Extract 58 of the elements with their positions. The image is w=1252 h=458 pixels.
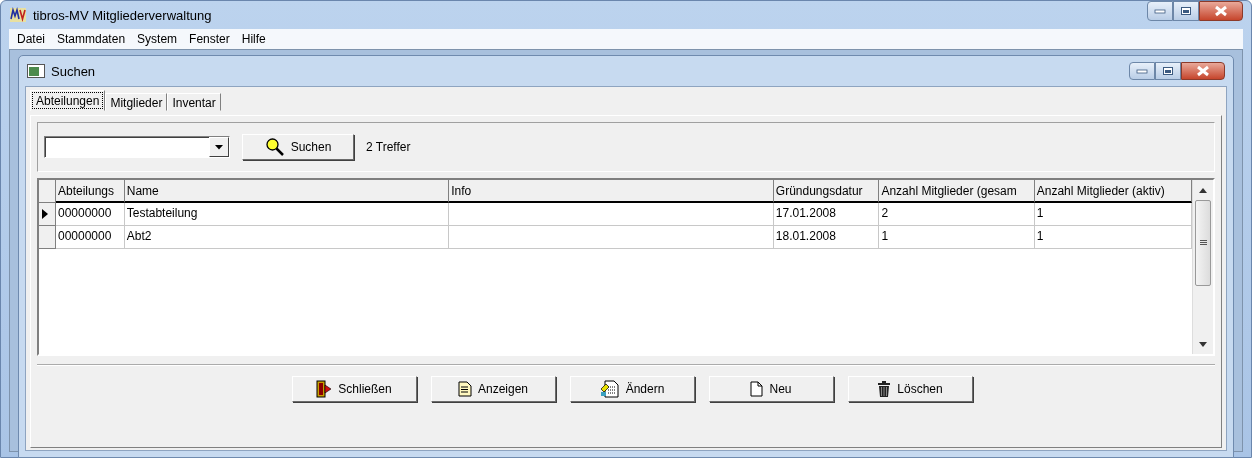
exit-door-icon	[316, 380, 333, 398]
table-cell: 2	[879, 203, 1035, 226]
button[interactable]: Schließen	[291, 376, 417, 402]
result-count: 2 Treffer	[366, 140, 411, 154]
column-header[interactable]: Anzahl Mitglieder (aktiv)	[1034, 180, 1192, 203]
column-header[interactable]: Gründungsdatur	[773, 180, 880, 203]
edit-document-icon	[599, 380, 620, 398]
menu-item[interactable]: System	[131, 30, 184, 48]
maximize-icon	[1180, 6, 1192, 16]
close-icon	[1196, 65, 1210, 77]
column-header[interactable]: Abteilungs	[56, 180, 125, 203]
table-cell: 00000000	[56, 203, 125, 226]
table-cell: Testabteilung	[124, 203, 450, 226]
window-icon	[27, 64, 45, 78]
menu-item[interactable]: Fenster	[183, 30, 236, 48]
scrollbar[interactable]	[1192, 180, 1213, 354]
button[interactable]: Anzeigen	[430, 376, 556, 402]
row-indicator[interactable]	[39, 203, 56, 226]
table-cell: 18.01.2008	[773, 226, 880, 249]
button[interactable]: Neu	[708, 376, 834, 402]
column-header[interactable]: Name	[124, 180, 450, 203]
button[interactable]: Ändern	[569, 376, 695, 402]
menu-item[interactable]: Stammdaten	[51, 30, 132, 48]
grip-icon	[1199, 240, 1207, 246]
table-cell: 1	[879, 226, 1035, 249]
scroll-up-icon[interactable]	[1199, 187, 1207, 193]
table-cell: 17.01.2008	[773, 203, 880, 226]
search-icon	[264, 137, 285, 157]
minimize-icon	[1154, 8, 1166, 14]
document-icon	[457, 381, 472, 397]
blank-page-icon	[750, 381, 764, 397]
close-button[interactable]	[1199, 1, 1243, 21]
minimize-icon	[1136, 68, 1148, 74]
table-cell: 00000000	[56, 226, 125, 249]
column-header[interactable]: Info	[449, 180, 774, 203]
column-header[interactable]: Anzahl Mitglieder (gesam	[879, 180, 1035, 203]
dropdown-field[interactable]	[44, 136, 230, 158]
close-icon	[1214, 5, 1228, 17]
button[interactable]: Löschen	[847, 376, 973, 402]
menu-item[interactable]: Hilfe	[235, 30, 272, 48]
dropdown-arrow-icon	[215, 144, 223, 150]
tab[interactable]: Abteilungen	[30, 90, 106, 111]
window-title: Suchen	[51, 63, 97, 79]
search-button[interactable]: Suchen	[242, 134, 354, 160]
minimize-button[interactable]	[1147, 1, 1173, 21]
trash-can-icon	[877, 380, 892, 398]
tab[interactable]: Mitglieder	[105, 93, 168, 111]
table-cell: Abt2	[124, 226, 450, 249]
maximize-button[interactable]	[1173, 1, 1199, 21]
window-title: tibros-MV Mitgliederverwaltung	[33, 7, 213, 23]
close-button[interactable]	[1181, 62, 1225, 80]
minimize-button[interactable]	[1129, 62, 1155, 80]
scroll-down-icon[interactable]	[1199, 341, 1207, 347]
maximize-icon	[1162, 66, 1174, 76]
menu-item[interactable]: Datei	[11, 30, 51, 48]
current-row-icon	[39, 208, 49, 220]
tab[interactable]: Inventar	[167, 93, 221, 111]
maximize-button[interactable]	[1155, 62, 1181, 80]
